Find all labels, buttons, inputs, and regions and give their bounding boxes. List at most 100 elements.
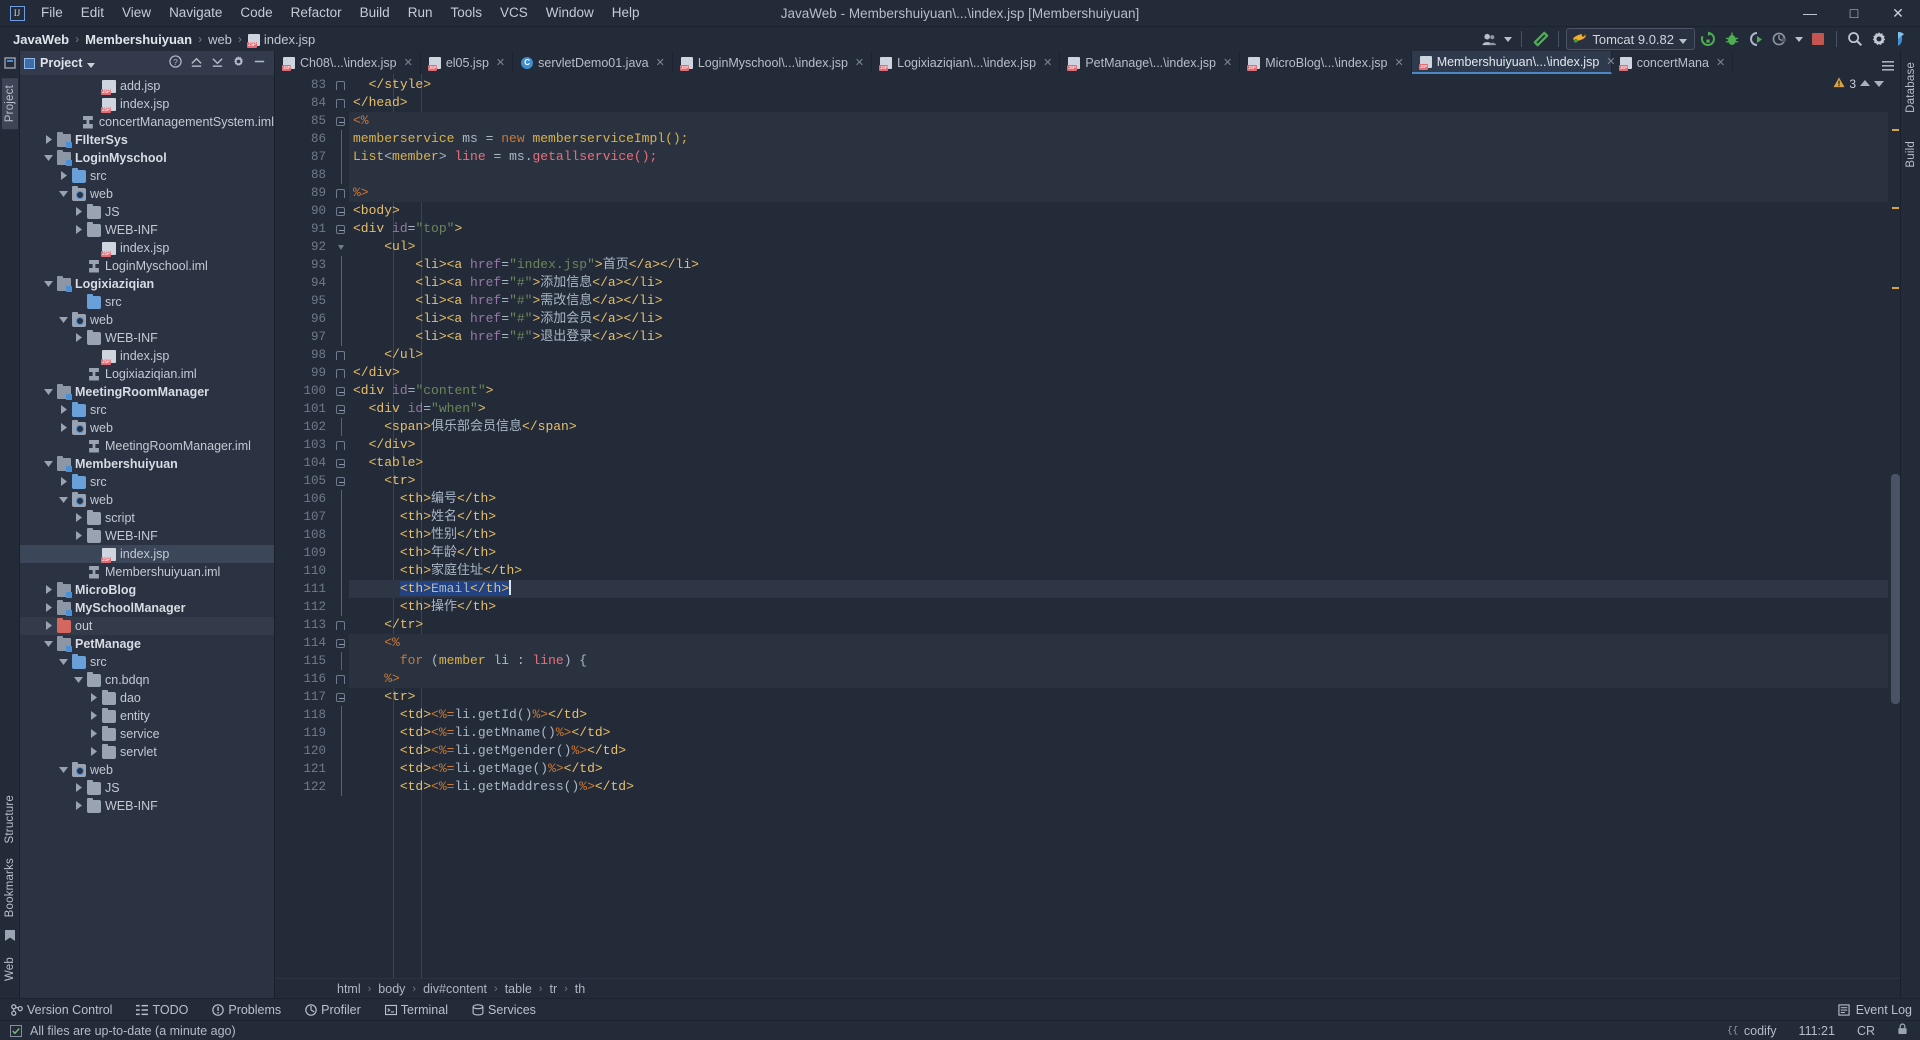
- updates-icon[interactable]: [1892, 28, 1914, 50]
- chevron-right-icon[interactable]: [73, 206, 84, 218]
- sidebar-item-database[interactable]: Database: [1903, 55, 1919, 120]
- debug-bug-icon[interactable]: [1721, 28, 1743, 50]
- chevron-down-icon[interactable]: [43, 460, 54, 469]
- tree-node-src[interactable]: src: [20, 401, 274, 419]
- tree-node-entity[interactable]: entity: [20, 707, 274, 725]
- menu-item-tools[interactable]: Tools: [441, 2, 491, 24]
- fold-marker[interactable]: [333, 634, 349, 652]
- settings-gear-icon[interactable]: [1868, 28, 1890, 50]
- tree-node-LoginMyschool-iml[interactable]: LoginMyschool.iml: [20, 257, 274, 275]
- tree-node-index-jsp[interactable]: index.jsp: [20, 347, 274, 365]
- chevron-down-icon[interactable]: [58, 496, 69, 505]
- close-tab-icon[interactable]: ✕: [1223, 56, 1232, 69]
- chevron-right-icon[interactable]: [73, 512, 84, 524]
- code-line[interactable]: <tr>: [349, 472, 1888, 490]
- chevron-right-icon[interactable]: [88, 710, 99, 722]
- fold-marker[interactable]: [333, 112, 349, 130]
- editor-breadcrumb-item-th[interactable]: th: [571, 981, 589, 997]
- fold-marker[interactable]: [333, 202, 349, 220]
- maximize-button[interactable]: □: [1832, 0, 1876, 27]
- chevron-right-icon[interactable]: [73, 782, 84, 794]
- code-line[interactable]: %>: [349, 184, 1888, 202]
- editor-tab-el05-jsp[interactable]: el05.jsp ✕: [421, 51, 514, 74]
- editor-tab-Ch08-----index-jsp[interactable]: Ch08\...\index.jsp ✕: [275, 51, 421, 74]
- error-stripe-markers[interactable]: [1888, 74, 1900, 978]
- search-everywhere-icon[interactable]: [1844, 28, 1866, 50]
- inspection-widget[interactable]: 3: [1833, 74, 1884, 94]
- project-rail-icon[interactable]: [3, 57, 16, 72]
- tree-node-index-jsp[interactable]: index.jsp: [20, 545, 274, 563]
- chevron-right-icon[interactable]: [43, 584, 54, 596]
- tool-window-button-version-control[interactable]: Version Control: [6, 1001, 117, 1019]
- code-line[interactable]: <th>编号</th>: [349, 490, 1888, 508]
- chevron-right-icon[interactable]: [73, 530, 84, 542]
- code-line[interactable]: </tr>: [349, 616, 1888, 634]
- code-line[interactable]: <tr>: [349, 688, 1888, 706]
- tree-node-servlet[interactable]: servlet: [20, 743, 274, 761]
- menu-item-window[interactable]: Window: [537, 2, 603, 24]
- editor-tab-PetManage-----index-jsp[interactable]: PetManage\...\index.jsp ✕: [1060, 51, 1241, 74]
- close-tab-icon[interactable]: ✕: [1394, 56, 1403, 69]
- help-icon[interactable]: ?: [169, 55, 182, 71]
- code-line[interactable]: <div id="top">: [349, 220, 1888, 238]
- code-line[interactable]: <td><%=li.getId()%></td>: [349, 706, 1888, 724]
- sidebar-item-project[interactable]: Project: [1, 78, 18, 130]
- code-line[interactable]: <li><a href="#">需改信息</a></li>: [349, 292, 1888, 310]
- chevron-right-icon[interactable]: [58, 476, 69, 488]
- editor-breadcrumb-item-html[interactable]: html: [333, 981, 365, 997]
- tool-window-button-profiler[interactable]: Profiler: [300, 1001, 366, 1019]
- chevron-right-icon[interactable]: [43, 620, 54, 632]
- user-dropdown-chevron-icon[interactable]: [1502, 28, 1514, 50]
- chevron-right-icon[interactable]: [73, 224, 84, 236]
- code-line[interactable]: memberservice ms = new memberserviceImpl…: [349, 130, 1888, 148]
- chevron-down-icon[interactable]: [58, 316, 69, 325]
- menu-item-build[interactable]: Build: [351, 2, 399, 24]
- tree-node-JS[interactable]: JS: [20, 779, 274, 797]
- code-line[interactable]: </head>: [349, 94, 1888, 112]
- line-separator[interactable]: CR: [1853, 1023, 1879, 1039]
- chevron-down-icon[interactable]: [58, 190, 69, 199]
- minimize-button[interactable]: —: [1788, 0, 1832, 27]
- sidebar-item-build[interactable]: Build: [1903, 134, 1919, 175]
- settings-gear-icon[interactable]: [232, 55, 245, 71]
- fold-marker[interactable]: [333, 220, 349, 238]
- fold-marker[interactable]: [333, 238, 349, 256]
- sidebar-item-bookmarks[interactable]: Bookmarks: [2, 851, 18, 924]
- profiler-dropdown-chevron-icon[interactable]: [1793, 28, 1805, 50]
- menu-item-code[interactable]: Code: [231, 2, 281, 24]
- prev-problem-icon[interactable]: [1860, 77, 1870, 91]
- tree-node-WEB-INF[interactable]: WEB-INF: [20, 221, 274, 239]
- chevron-down-icon[interactable]: [43, 388, 54, 397]
- chevron-right-icon[interactable]: [73, 800, 84, 812]
- fold-marker[interactable]: [333, 472, 349, 490]
- code-line[interactable]: %>: [349, 670, 1888, 688]
- tree-node-WEB-INF[interactable]: WEB-INF: [20, 329, 274, 347]
- tree-node-index-jsp[interactable]: index.jsp: [20, 239, 274, 257]
- tree-node-web[interactable]: web: [20, 419, 274, 437]
- chevron-down-icon[interactable]: [43, 640, 54, 649]
- chevron-down-icon[interactable]: [73, 676, 84, 685]
- tree-node-out[interactable]: out: [20, 617, 274, 635]
- stop-icon[interactable]: [1807, 28, 1829, 50]
- chevron-right-icon[interactable]: [88, 728, 99, 740]
- code-line[interactable]: <th>年龄</th>: [349, 544, 1888, 562]
- code-line[interactable]: <td><%=li.getMname()%></td>: [349, 724, 1888, 742]
- menu-item-view[interactable]: View: [113, 2, 160, 24]
- code-line[interactable]: List<member> line = ms.getallservice();: [349, 148, 1888, 166]
- menu-item-vcs[interactable]: VCS: [491, 2, 537, 24]
- tree-node-cn-bdqn[interactable]: cn.bdqn: [20, 671, 274, 689]
- chevron-down-icon[interactable]: [43, 154, 54, 163]
- tree-node-dao[interactable]: dao: [20, 689, 274, 707]
- chevron-down-icon[interactable]: [87, 56, 96, 71]
- code-line[interactable]: <td><%=li.getMaddress()%></td>: [349, 778, 1888, 796]
- chevron-down-icon[interactable]: [58, 766, 69, 775]
- next-problem-icon[interactable]: [1874, 77, 1884, 91]
- chevron-right-icon[interactable]: [73, 332, 84, 344]
- tree-node-src[interactable]: src: [20, 167, 274, 185]
- event-log-label[interactable]: Event Log: [1856, 1003, 1912, 1017]
- tree-node-web[interactable]: web: [20, 491, 274, 509]
- editor-tab-LoginMyschool-----index-jsp[interactable]: LoginMyschool\...\index.jsp ✕: [673, 51, 873, 74]
- menu-item-run[interactable]: Run: [399, 2, 442, 24]
- expand-all-icon[interactable]: [211, 55, 224, 71]
- tree-node-web[interactable]: web: [20, 185, 274, 203]
